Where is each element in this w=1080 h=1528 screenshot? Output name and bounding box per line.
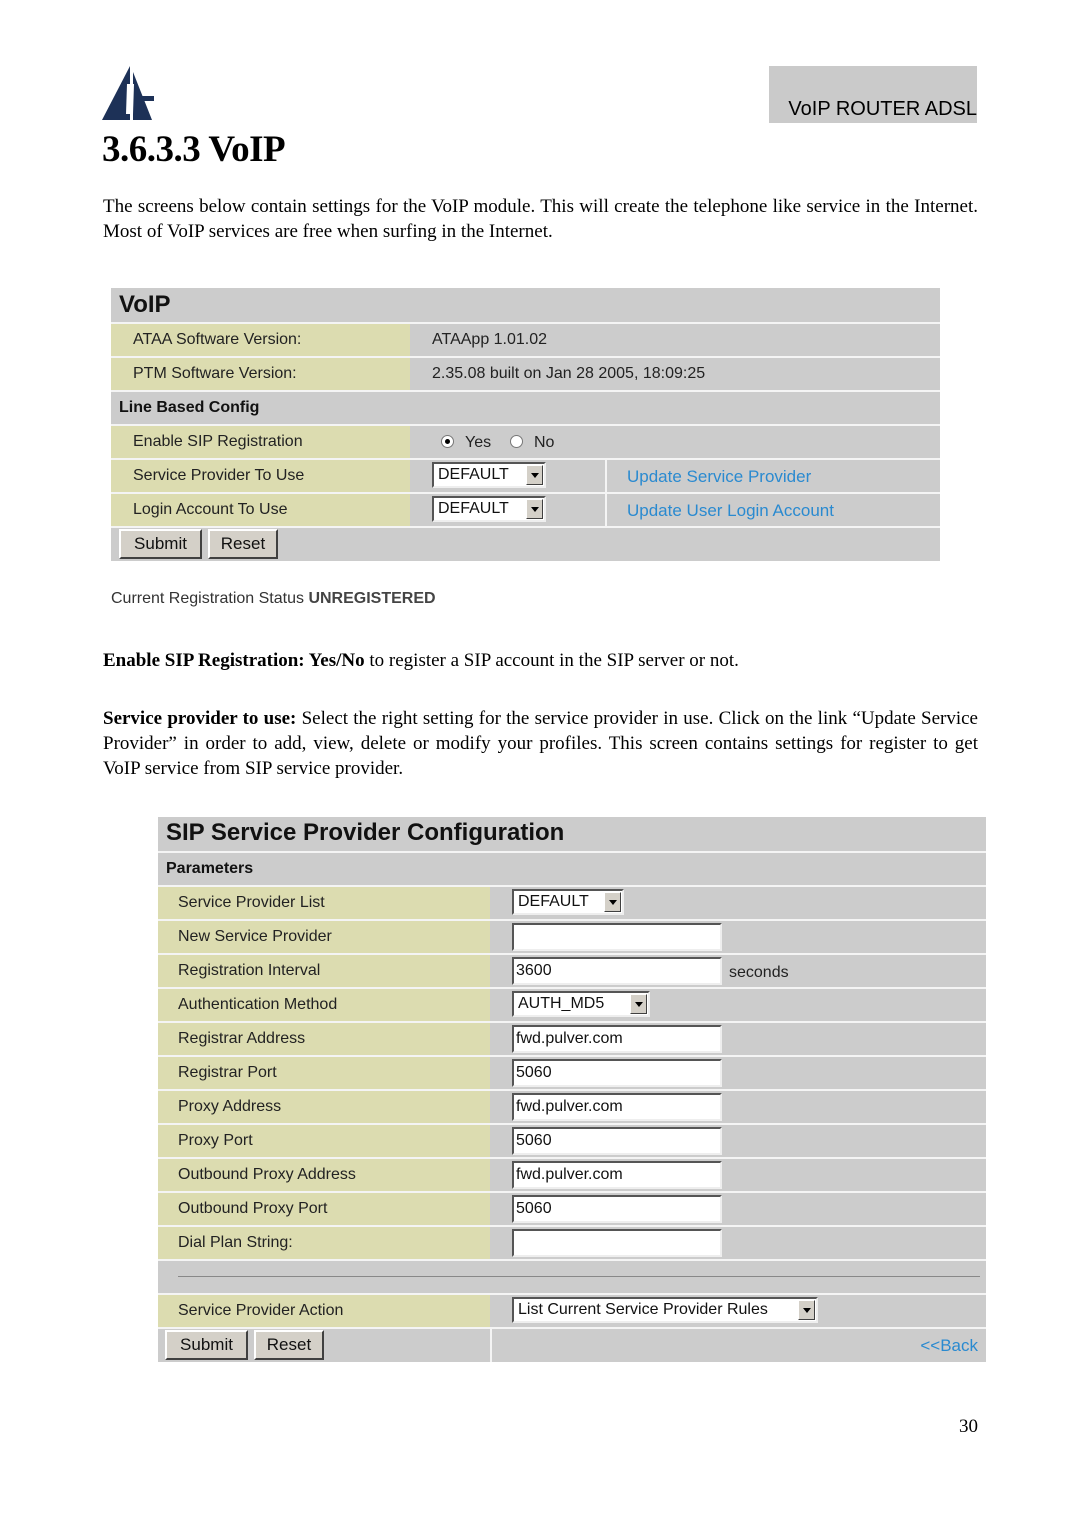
- parameters-header: Parameters: [166, 860, 254, 877]
- registration-interval-unit: seconds: [729, 964, 789, 981]
- proxy-address-input[interactable]: fwd.pulver.com: [512, 1093, 722, 1121]
- registration-status: Current Registration Status UNREGISTERED: [111, 590, 436, 608]
- registration-status-value: UNREGISTERED: [308, 590, 436, 607]
- enable-sip-no-label: No: [534, 434, 555, 451]
- chevron-down-icon[interactable]: [526, 499, 543, 519]
- outbound-proxy-address-label: Outbound Proxy Address: [178, 1166, 356, 1183]
- enable-sip-yes-label: Yes: [465, 434, 492, 451]
- sip-panel-title: SIP Service Provider Configuration: [166, 819, 565, 846]
- outbound-proxy-port-input[interactable]: 5060: [512, 1195, 722, 1223]
- service-provider-select[interactable]: DEFAULT: [432, 462, 546, 488]
- login-account-select-value: DEFAULT: [438, 500, 509, 517]
- enable-sip-description-text: to register a SIP account in the SIP ser…: [364, 650, 739, 671]
- dial-plan-string-label: Dial Plan String:: [178, 1234, 293, 1251]
- page-number: 30: [959, 1416, 978, 1437]
- service-provider-label: Service Provider To Use: [133, 467, 305, 484]
- proxy-address-label: Proxy Address: [178, 1098, 282, 1115]
- login-account-label: Login Account To Use: [133, 501, 288, 518]
- atlantis-logo-icon: [102, 66, 154, 120]
- new-service-provider-label: New Service Provider: [178, 928, 332, 945]
- service-provider-list-select-value: DEFAULT: [518, 893, 589, 910]
- registrar-port-input[interactable]: 5060: [512, 1059, 722, 1087]
- voip-panel-title: VoIP: [119, 291, 171, 318]
- enable-sip-label: Enable SIP Registration: [133, 433, 303, 450]
- chevron-down-icon[interactable]: [630, 994, 647, 1014]
- proxy-port-label: Proxy Port: [178, 1132, 253, 1149]
- chevron-down-icon[interactable]: [798, 1300, 815, 1320]
- chevron-down-icon[interactable]: [604, 892, 621, 912]
- chevron-down-icon[interactable]: [526, 465, 543, 485]
- service-provider-list-select[interactable]: DEFAULT: [512, 889, 624, 915]
- enable-sip-description: Enable SIP Registration: Yes/No to regis…: [103, 648, 978, 673]
- sip-config-panel: SIP Service Provider Configuration Param…: [158, 817, 986, 1362]
- section-title: 3.6.3.3 VoIP: [102, 129, 286, 170]
- login-account-select[interactable]: DEFAULT: [432, 496, 546, 522]
- registration-status-label: Current Registration Status: [111, 590, 304, 607]
- ataa-version-label: ATAA Software Version:: [133, 331, 302, 348]
- action-select[interactable]: List Current Service Provider Rules: [512, 1297, 818, 1323]
- row-divider: [158, 1259, 986, 1261]
- voip-panel: VoIP ATAA Software Version: ATAApp 1.01.…: [111, 288, 940, 561]
- dial-plan-string-input[interactable]: [512, 1229, 722, 1257]
- update-service-provider-link[interactable]: Update Service Provider: [627, 467, 811, 487]
- enable-sip-yes-radio[interactable]: [441, 435, 454, 448]
- sip-reset-button[interactable]: Reset: [254, 1330, 324, 1360]
- registration-interval-label: Registration Interval: [178, 962, 321, 979]
- line-config-header: Line Based Config: [119, 399, 260, 416]
- registration-interval-input[interactable]: 3600: [512, 957, 722, 985]
- action-select-value: List Current Service Provider Rules: [518, 1301, 768, 1318]
- enable-sip-no-radio[interactable]: [510, 435, 523, 448]
- enable-sip-description-term: Enable SIP Registration: Yes/No: [103, 650, 365, 671]
- voip-reset-button[interactable]: Reset: [208, 529, 278, 559]
- voip-submit-button[interactable]: Submit: [119, 529, 202, 559]
- update-login-account-link[interactable]: Update User Login Account: [627, 501, 834, 521]
- registrar-address-input[interactable]: fwd.pulver.com: [512, 1025, 722, 1053]
- action-label: Service Provider Action: [178, 1302, 344, 1319]
- outbound-proxy-port-label: Outbound Proxy Port: [178, 1200, 328, 1217]
- service-provider-list-label: Service Provider List: [178, 894, 325, 911]
- authentication-method-label: Authentication Method: [178, 996, 338, 1013]
- back-link[interactable]: <<Back: [920, 1336, 978, 1356]
- ataa-version-value: ATAApp 1.01.02: [432, 331, 548, 348]
- registrar-port-label: Registrar Port: [178, 1064, 277, 1081]
- new-service-provider-input[interactable]: [512, 923, 722, 951]
- authentication-method-select-value: AUTH_MD5: [518, 995, 605, 1012]
- brand-text: VoIP ROUTER ADSL: [788, 98, 977, 120]
- authentication-method-select[interactable]: AUTH_MD5: [512, 991, 650, 1017]
- service-provider-select-value: DEFAULT: [438, 466, 509, 483]
- ptm-version-label: PTM Software Version:: [133, 365, 297, 382]
- intro-paragraph: The screens below contain settings for t…: [103, 196, 978, 242]
- sip-submit-button[interactable]: Submit: [165, 1330, 248, 1360]
- registrar-address-label: Registrar Address: [178, 1030, 306, 1047]
- proxy-port-input[interactable]: 5060: [512, 1127, 722, 1155]
- ptm-version-value: 2.35.08 built on Jan 28 2005, 18:09:25: [432, 365, 706, 382]
- service-provider-description-term: Service provider to use:: [103, 708, 297, 729]
- separator-line: [178, 1276, 980, 1277]
- service-provider-description: Service provider to use: Select the righ…: [103, 706, 978, 781]
- outbound-proxy-address-input[interactable]: fwd.pulver.com: [512, 1161, 722, 1189]
